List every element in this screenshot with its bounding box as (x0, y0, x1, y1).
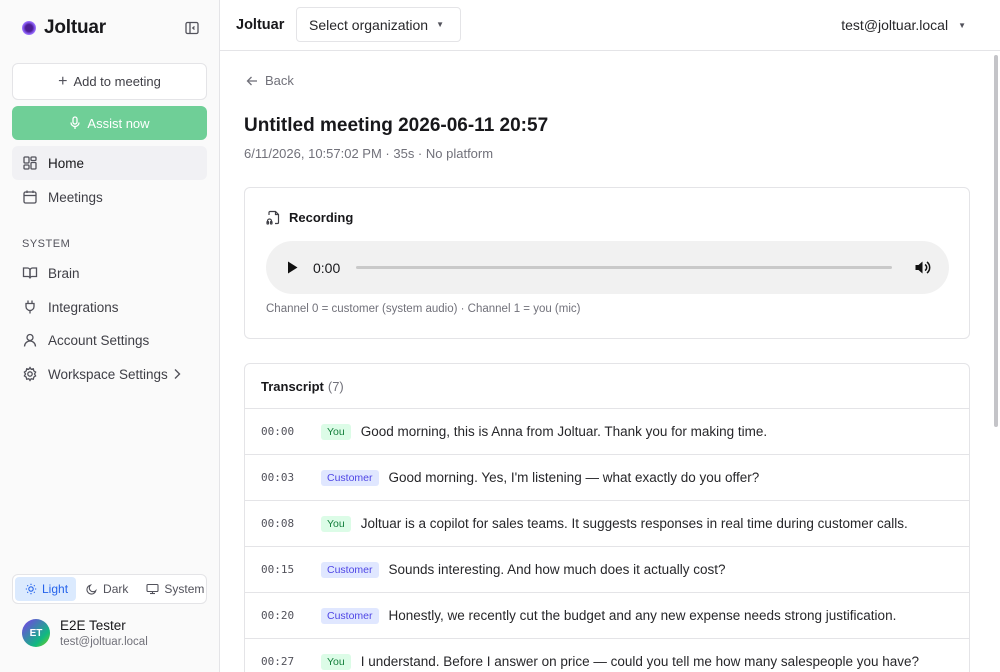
user-icon (23, 333, 37, 347)
speaker-badge: Customer (321, 607, 379, 624)
audio-seek-bar[interactable] (356, 266, 892, 269)
brand-name: Joltuar (44, 17, 106, 38)
transcript-text: Sounds interesting. And how much does it… (388, 562, 726, 577)
transcript-row[interactable]: 00:15 Customer Sounds interesting. And how… (245, 547, 969, 593)
account-email: test@joltuar.local (841, 17, 949, 33)
brand[interactable]: Joltuar (22, 17, 106, 39)
scrollbar-thumb[interactable] (994, 55, 998, 427)
account-menu[interactable]: test@joltuar.local ▼ (841, 17, 966, 33)
sidebar-item-label: Account Settings (48, 332, 150, 348)
transcript-text: Honestly, we recently cut the budget and… (388, 608, 897, 623)
audio-time: 0:00 (313, 260, 341, 276)
speaker-badge: You (321, 423, 351, 440)
speaker-badge: Customer (321, 561, 379, 578)
caret-down-icon: ▼ (958, 20, 966, 30)
recording-card: Recording 0:00 Channel 0 = customer (sys… (244, 187, 970, 339)
sidebar: Joltuar + Add to meeting Assist now Home (0, 0, 220, 672)
microphone-icon (70, 116, 81, 129)
back-label: Back (265, 73, 294, 88)
speaker-badge: You (321, 653, 351, 670)
channel-note: Channel 0 = customer (system audio) · Ch… (266, 303, 581, 315)
theme-dark-label: Dark (103, 582, 129, 596)
sidebar-item-integrations[interactable]: Integrations (12, 290, 207, 324)
transcript-header: Transcript (7) (245, 364, 969, 409)
speaker-badge: You (321, 515, 351, 532)
calendar-icon (23, 190, 37, 204)
sidebar-item-meetings[interactable]: Meetings (12, 180, 207, 214)
transcript-row[interactable]: 00:03 Customer Good morning. Yes, I'm list… (245, 455, 969, 501)
avatar: ET (22, 619, 50, 647)
transcript-timestamp: 00:08 (261, 517, 295, 530)
assist-now-button[interactable]: Assist now (12, 106, 207, 140)
theme-system-label: System (164, 582, 205, 596)
sidebar-item-home[interactable]: Home (12, 146, 207, 180)
sidebar-item-workspace-settings[interactable]: Workspace Settings (12, 357, 207, 391)
sidebar-item-label: Meetings (48, 189, 103, 205)
caret-down-icon: ▼ (436, 20, 444, 29)
audio-player: 0:00 (266, 241, 949, 294)
play-icon[interactable] (286, 260, 299, 275)
plus-icon: + (58, 72, 68, 90)
add-to-meeting-label: Add to meeting (73, 74, 161, 89)
organization-select-value: Select organization (309, 16, 429, 33)
sidebar-item-label: Home (48, 155, 85, 171)
user-email: test@joltuar.local (60, 636, 148, 648)
transcript-row[interactable]: 00:20 Customer Honestly, we recently cut t… (245, 593, 969, 639)
transcript-text: Good morning. Yes, I'm listening — what … (388, 470, 760, 485)
sun-icon (25, 583, 37, 595)
dashboard-icon (23, 156, 37, 170)
transcript-timestamp: 00:20 (261, 609, 295, 622)
transcript-timestamp: 00:15 (261, 563, 295, 576)
transcript-count: (7) (327, 378, 344, 394)
sidebar-item-brain[interactable]: Brain (12, 256, 207, 290)
volume-icon[interactable] (914, 259, 931, 276)
sidebar-item-account-settings[interactable]: Account Settings (12, 323, 207, 357)
transcript-rows: 00:00 You Good morning, this is Anna from … (245, 409, 969, 672)
transcript-heading: Transcript (261, 378, 324, 394)
transcript-text: Good morning, this is Anna from Joltuar.… (360, 424, 768, 439)
theme-light-label: Light (42, 582, 69, 596)
section-label-system: SYSTEM (22, 238, 71, 250)
sidebar-item-label: Workspace Settings (48, 366, 168, 382)
audio-file-icon (266, 210, 280, 225)
transcript-timestamp: 00:03 (261, 471, 295, 484)
transcript-row[interactable]: 00:08 You Joltuar is a copilot for sales t… (245, 501, 969, 547)
monitor-icon (146, 583, 159, 595)
back-link[interactable]: Back (245, 73, 294, 88)
plug-icon (25, 300, 35, 314)
moon-icon (86, 584, 97, 595)
theme-dark-option[interactable]: Dark (76, 577, 136, 601)
chevron-right-icon (174, 369, 181, 379)
user-name: E2E Tester (60, 618, 126, 633)
gear-icon (23, 366, 37, 382)
theme-light-option[interactable]: Light (15, 577, 77, 601)
transcript-row[interactable]: 00:00 You Good morning, this is Anna from … (245, 409, 969, 455)
book-open-icon (22, 267, 38, 279)
add-to-meeting-button[interactable]: + Add to meeting (12, 63, 207, 100)
meeting-meta: 6/11/2026, 10:57:02 PM · 35s · No platfo… (244, 146, 494, 161)
theme-switch: Light Dark System (12, 574, 207, 604)
transcript-timestamp: 00:00 (261, 425, 295, 438)
user-profile[interactable]: ET E2E Tester test@joltuar.local (22, 618, 148, 648)
recording-heading-label: Recording (289, 210, 354, 225)
brand-logo-icon (22, 21, 36, 35)
app-title: Joltuar (236, 17, 285, 33)
page-title: Untitled meeting 2026-06-11 20:57 (244, 115, 549, 136)
transcript-text: Joltuar is a copilot for sales teams. It… (360, 516, 908, 531)
sidebar-item-label: Brain (48, 265, 80, 281)
sidebar-item-label: Integrations (48, 299, 119, 315)
transcript-timestamp: 00:27 (261, 655, 295, 668)
recording-heading: Recording (266, 210, 353, 225)
transcript-card: Transcript (7) 00:00 You Good morning, thi… (244, 363, 970, 672)
assist-now-label: Assist now (87, 115, 150, 131)
sidebar-collapse-icon[interactable] (184, 20, 200, 36)
speaker-badge: Customer (321, 469, 379, 486)
transcript-text: I understand. Before I answer on price —… (360, 654, 920, 669)
organization-select[interactable]: Select organization ▼ (296, 7, 461, 42)
top-bar: Joltuar Select organization ▼ test@joltu… (220, 0, 1000, 51)
transcript-row[interactable]: 00:27 You I understand. Before I answer on… (245, 639, 969, 672)
theme-system-option[interactable]: System (136, 577, 212, 601)
arrow-left-icon (246, 76, 257, 85)
